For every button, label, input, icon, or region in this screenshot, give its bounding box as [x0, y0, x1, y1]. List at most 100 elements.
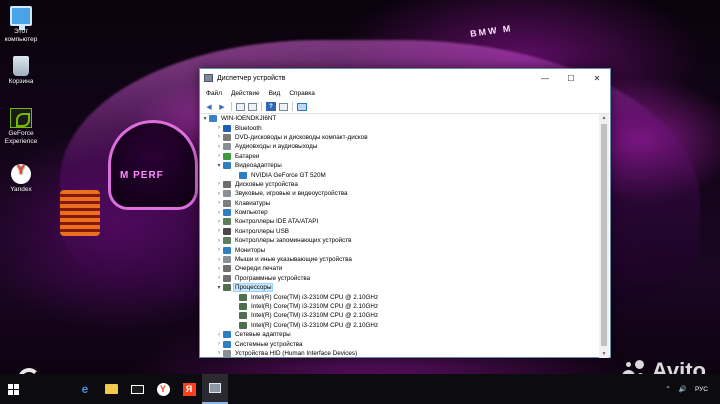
- tree-category-item[interactable]: › Мониторы: [201, 245, 599, 254]
- expand-icon[interactable]: ›: [215, 210, 223, 216]
- computer-icon: [209, 115, 217, 123]
- tree-item-label: Мониторы: [235, 246, 266, 254]
- expand-icon[interactable]: ›: [215, 257, 223, 263]
- tree-category-item[interactable]: › Устройства HID (Human Interface Devices…: [201, 349, 599, 358]
- expand-icon[interactable]: ›: [215, 332, 223, 338]
- tree-device-item[interactable]: Intel(R) Core(TM) i3-2310M CPU @ 2.10GHz: [201, 292, 599, 301]
- tree-item-label: Устройства HID (Human Interface Devices): [235, 349, 358, 357]
- scan-hardware-button[interactable]: [297, 102, 307, 111]
- desktop-icon-this-pc[interactable]: Этот компьютер: [2, 6, 40, 44]
- tree-device-item[interactable]: Intel(R) Core(TM) i3-2310M CPU @ 2.10GHz: [201, 302, 599, 311]
- expand-icon[interactable]: ›: [215, 125, 223, 131]
- menu-file[interactable]: Файл: [206, 90, 222, 97]
- expand-icon[interactable]: ›: [215, 219, 223, 225]
- expand-icon[interactable]: ›: [215, 275, 223, 281]
- tree-item-label: Bluetooth: [235, 124, 262, 132]
- taskbar-yandex-browser[interactable]: Y: [150, 374, 176, 404]
- tree-category-item[interactable]: › Аудиовходы и аудиовыходы: [201, 142, 599, 151]
- search-button[interactable]: [26, 374, 50, 404]
- language-indicator[interactable]: РУС: [695, 386, 708, 393]
- expand-icon[interactable]: ›: [215, 181, 223, 187]
- scrollbar-thumb[interactable]: [601, 124, 607, 346]
- tree-category-item[interactable]: › Контроллеры USB: [201, 227, 599, 236]
- volume-icon[interactable]: 🔊: [679, 385, 687, 393]
- tree-category-item[interactable]: ▾ Процессоры: [201, 283, 599, 293]
- tree-category-item[interactable]: › Мыши и иные указывающие устройства: [201, 255, 599, 264]
- maximize-button[interactable]: ☐: [558, 69, 584, 87]
- tree-category-item[interactable]: › Очереди печати: [201, 264, 599, 273]
- scroll-up-icon[interactable]: ▲: [599, 115, 609, 121]
- tree-category-item[interactable]: › Контроллеры IDE ATA/ATAPI: [201, 217, 599, 226]
- title-bar[interactable]: Диспетчер устройств — ☐ ✕: [200, 69, 610, 87]
- collapse-icon[interactable]: ▾: [215, 284, 223, 291]
- vertical-scrollbar[interactable]: ▲ ▼: [599, 114, 609, 358]
- desktop-icon-recycle-bin[interactable]: Корзина: [2, 56, 40, 86]
- expand-icon[interactable]: ›: [215, 341, 223, 347]
- menu-help[interactable]: Справка: [289, 90, 315, 97]
- expand-icon[interactable]: ›: [215, 247, 223, 253]
- tree-category-item[interactable]: › Батареи: [201, 152, 599, 161]
- minimize-button[interactable]: —: [532, 69, 558, 87]
- collapse-icon[interactable]: ▾: [201, 115, 209, 122]
- show-hide-console-tree-button[interactable]: [236, 102, 245, 111]
- tree-device-item[interactable]: Intel(R) Core(TM) i3-2310M CPU @ 2.10GHz: [201, 311, 599, 320]
- expand-icon[interactable]: ›: [215, 200, 223, 206]
- action-pane-button[interactable]: [279, 102, 288, 111]
- tree-device-item[interactable]: Intel(R) Core(TM) i3-2310M CPU @ 2.10GHz: [201, 321, 599, 330]
- desktop-icon-label: Корзина: [8, 78, 34, 85]
- expand-icon[interactable]: ›: [215, 144, 223, 150]
- tree-category-item[interactable]: › DVD-дисководы и дисководы компакт-диско…: [201, 133, 599, 142]
- taskbar-device-manager[interactable]: [202, 374, 228, 404]
- toolbar-separator: [261, 102, 262, 111]
- mail-icon: [130, 384, 144, 394]
- close-button[interactable]: ✕: [584, 69, 610, 87]
- menu-bar: Файл Действие Вид Справка: [200, 87, 610, 100]
- tree-item-label: Intel(R) Core(TM) i3-2310M CPU @ 2.10GHz: [251, 312, 379, 320]
- forward-button[interactable]: ▶: [217, 102, 227, 111]
- expand-icon[interactable]: ›: [215, 266, 223, 272]
- help-button[interactable]: ?: [266, 102, 276, 111]
- expand-icon[interactable]: ›: [215, 238, 223, 244]
- scroll-down-icon[interactable]: ▼: [599, 351, 609, 357]
- tree-category-item[interactable]: › Контроллеры запоминающих устройств: [201, 236, 599, 245]
- collapse-icon[interactable]: ▾: [215, 162, 223, 169]
- wallpaper-car-text: M PERF: [120, 170, 164, 181]
- menu-view[interactable]: Вид: [269, 90, 281, 97]
- desktop-icon-geforce-experience[interactable]: GeForce Experience: [2, 108, 40, 146]
- expand-icon[interactable]: ›: [215, 134, 223, 140]
- processor-icon: [239, 321, 247, 329]
- start-button[interactable]: [0, 374, 26, 404]
- tree-root[interactable]: ▾ WIN-IOENDKJI6NT: [201, 114, 599, 123]
- monitor-icon: [223, 246, 231, 254]
- tree-category-item[interactable]: › Клавиатуры: [201, 199, 599, 208]
- processor-icon: [239, 312, 247, 320]
- tree-device-item[interactable]: NVIDIA GeForce GT 520M: [201, 170, 599, 179]
- tree-item-label: Программные устройства: [235, 274, 311, 282]
- taskbar-mail[interactable]: [124, 374, 150, 404]
- menu-action[interactable]: Действие: [231, 90, 260, 97]
- tree-category-item[interactable]: › Программные устройства: [201, 274, 599, 283]
- show-hidden-icons-icon[interactable]: ⌃: [665, 385, 670, 393]
- processor-icon: [223, 284, 231, 292]
- expand-icon[interactable]: ›: [215, 350, 223, 356]
- expand-icon[interactable]: ›: [215, 191, 223, 197]
- taskbar-file-explorer[interactable]: [98, 374, 124, 404]
- taskbar-edge[interactable]: e: [72, 374, 98, 404]
- tree-category-item[interactable]: › Сетевые адаптеры: [201, 330, 599, 339]
- taskbar-yandex[interactable]: Я: [176, 374, 202, 404]
- tree-category-item[interactable]: › Системные устройства: [201, 339, 599, 348]
- back-button[interactable]: ◀: [204, 102, 214, 111]
- expand-icon[interactable]: ›: [215, 228, 223, 234]
- tree-category-item[interactable]: ▾ Видеоадаптеры: [201, 161, 599, 170]
- tree-category-item[interactable]: › Компьютер: [201, 208, 599, 217]
- tree-category-item[interactable]: › Дисковые устройства: [201, 180, 599, 189]
- yandex-icon: Я: [182, 382, 196, 396]
- desktop-icon-yandex[interactable]: Yandex: [2, 164, 40, 194]
- expand-icon[interactable]: ›: [215, 153, 223, 159]
- desktop-icon-label: GeForce Experience: [4, 130, 38, 145]
- properties-button[interactable]: [248, 102, 257, 111]
- tree-category-item[interactable]: › Bluetooth: [201, 123, 599, 132]
- tree-item-label: Процессоры: [232, 283, 274, 293]
- tree-category-item[interactable]: › Звуковые, игровые и видеоустройства: [201, 189, 599, 198]
- task-view-button[interactable]: [50, 374, 72, 404]
